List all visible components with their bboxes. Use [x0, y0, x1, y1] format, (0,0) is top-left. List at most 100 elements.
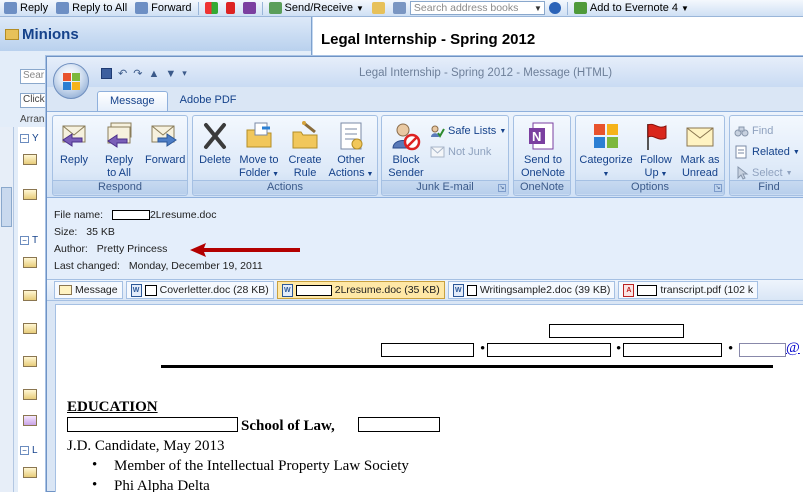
toolbar-help-button[interactable] [545, 0, 565, 16]
move-to-folder-button[interactable]: Move to Folder ▼ [235, 120, 283, 181]
office-button[interactable] [53, 63, 89, 99]
toolbar-reply-button[interactable]: Reply [0, 0, 52, 16]
toolbar-send-receive-label: Send/Receive [284, 2, 354, 14]
next-item-icon[interactable]: ▼ [165, 68, 176, 80]
arrange-by-label[interactable]: Arran [20, 114, 44, 125]
delete-label: Delete [199, 154, 231, 166]
categorize-label: Categorize [579, 154, 633, 166]
list-bullet: • [92, 457, 98, 473]
select-icon [734, 165, 749, 180]
tab-adobe-pdf[interactable]: Adobe PDF [168, 91, 249, 111]
create-rule-button[interactable]: Create Rule [285, 120, 325, 180]
file-name-row: File name: 2Lresume.doc [54, 209, 217, 221]
other-actions-button[interactable]: Other Actions ▼ [327, 120, 375, 181]
collapse-icon: − [20, 134, 29, 143]
categorize-icon [590, 120, 622, 152]
toolbar-send-receive-button[interactable]: Send/Receive ▼ [265, 0, 368, 16]
toolbar-reply-all-button[interactable]: Reply to All [52, 0, 131, 16]
email-link[interactable]: @ [786, 340, 800, 357]
size-label: Size: [54, 226, 78, 238]
attachment-message[interactable]: Message [54, 281, 123, 299]
block-sender-button[interactable]: Block Sender [386, 120, 426, 180]
find-button[interactable]: Find [734, 124, 773, 138]
collapse-icon: − [20, 236, 29, 245]
create-rule-label-line1: Create [288, 154, 322, 166]
select-button[interactable]: Select ▼ [734, 165, 793, 180]
document-preview: • • • @ EDUCATION School of Law, J.D. Ca… [55, 304, 803, 492]
address-book-search-input[interactable]: Search address books ▼ [409, 1, 545, 15]
group-header[interactable]: − Y [20, 133, 39, 144]
mark-as-unread-button[interactable]: Mark as Unread [678, 120, 722, 180]
author-row: Author: Pretty Princess [54, 243, 167, 255]
junk-email-dialog-launcher[interactable]: ↘ [498, 184, 506, 192]
scrollbar-thumb[interactable] [1, 187, 12, 227]
redaction-box [487, 343, 611, 357]
redaction-box [549, 324, 684, 338]
related-icon [734, 145, 749, 159]
junk-email-group: Block Sender Safe Lists ▼ Not Junk Junk E… [381, 115, 509, 196]
message-window: Legal Internship - Spring 2012 - Message… [46, 56, 803, 492]
toolbar-categorize-button[interactable] [201, 0, 222, 16]
reply-label: Reply [59, 154, 89, 166]
follow-up-button[interactable]: Follow Up ▼ [636, 120, 676, 181]
attachment-transcript[interactable]: A transcript.pdf (102 k [618, 281, 759, 299]
mail-icon [23, 323, 37, 334]
redaction-box [67, 417, 238, 432]
reading-pane-subject: Legal Internship - Spring 2012 [321, 31, 536, 48]
separator-bullet: • [480, 341, 486, 357]
mail-list-scrollbar[interactable] [0, 127, 14, 492]
not-junk-button[interactable]: Not Junk [430, 145, 491, 159]
group-header[interactable]: − L [20, 445, 38, 456]
forward-button[interactable]: Forward [145, 120, 185, 167]
last-changed-value: Monday, December 19, 2011 [128, 260, 263, 272]
forward-icon [149, 120, 181, 152]
send-to-onenote-label-line2: OneNote [520, 167, 566, 179]
help-icon [548, 2, 561, 14]
reply-button[interactable]: Reply [57, 120, 91, 167]
customize-qat-icon[interactable]: ▾ [182, 68, 187, 79]
other-actions-icon [335, 120, 367, 152]
attachment-coverletter[interactable]: W Coverletter.doc (28 KB) [125, 281, 274, 299]
reply-all-button[interactable]: Reply to All [99, 120, 139, 180]
actions-group-label: Actions [193, 180, 377, 194]
reply-all-label-line1: Reply [104, 154, 134, 166]
save-icon[interactable] [101, 68, 112, 79]
toolbar-address-book-button[interactable] [389, 0, 410, 16]
send-to-onenote-button[interactable]: N Send to OneNote [517, 120, 569, 180]
folder-icon [371, 2, 385, 14]
toolbar-flag-button[interactable] [222, 0, 239, 16]
previous-item-icon[interactable]: ▲ [148, 68, 159, 80]
redo-icon[interactable]: ↷ [133, 67, 142, 80]
redaction-box [144, 284, 157, 296]
onenote-group: N Send to OneNote OneNote [513, 115, 571, 196]
categorize-button[interactable]: Categorize ▼ [578, 120, 634, 181]
reply-all-label-line2: to All [107, 167, 131, 179]
related-button[interactable]: Related ▼ [734, 145, 800, 159]
mark-as-unread-label-line1: Mark as [680, 154, 720, 166]
mark-as-unread-label-line2: Unread [681, 167, 719, 179]
junk-email-group-label: Junk E-mail [382, 180, 508, 194]
toolbar-evernote-button[interactable]: Add to Evernote 4 ▼ [570, 0, 693, 16]
tab-message[interactable]: Message [97, 91, 168, 111]
move-to-folder-icon [243, 120, 275, 152]
actions-group: Delete Move to Folder ▼ Create Rule Othe… [192, 115, 378, 196]
file-name-label: File name: [54, 209, 104, 221]
attachment-writing-sample[interactable]: W Writingsample2.doc (39 KB) [447, 281, 616, 299]
toolbar-forward-button[interactable]: Forward [131, 0, 195, 16]
separator-bullet: • [728, 341, 734, 357]
other-actions-label-line2: Actions [328, 167, 365, 179]
toolbar-separator [566, 1, 568, 15]
group-header[interactable]: − T [20, 235, 38, 246]
options-dialog-launcher[interactable]: ↘ [714, 184, 722, 192]
attachment-resume[interactable]: W 2Lresume.doc (35 KB) [276, 281, 445, 299]
toolbar-onenote-button[interactable] [239, 0, 260, 16]
red-arrow-annotation [190, 243, 300, 257]
safe-lists-button[interactable]: Safe Lists ▼ [430, 124, 506, 138]
flag-icon [225, 2, 235, 14]
delete-button[interactable]: Delete [197, 120, 233, 167]
office-logo-icon [63, 73, 81, 91]
toolbar-folder-button[interactable] [368, 0, 389, 16]
mail-list [18, 127, 48, 492]
undo-icon[interactable]: ↶ [118, 67, 127, 80]
onenote-icon: N [527, 120, 559, 152]
